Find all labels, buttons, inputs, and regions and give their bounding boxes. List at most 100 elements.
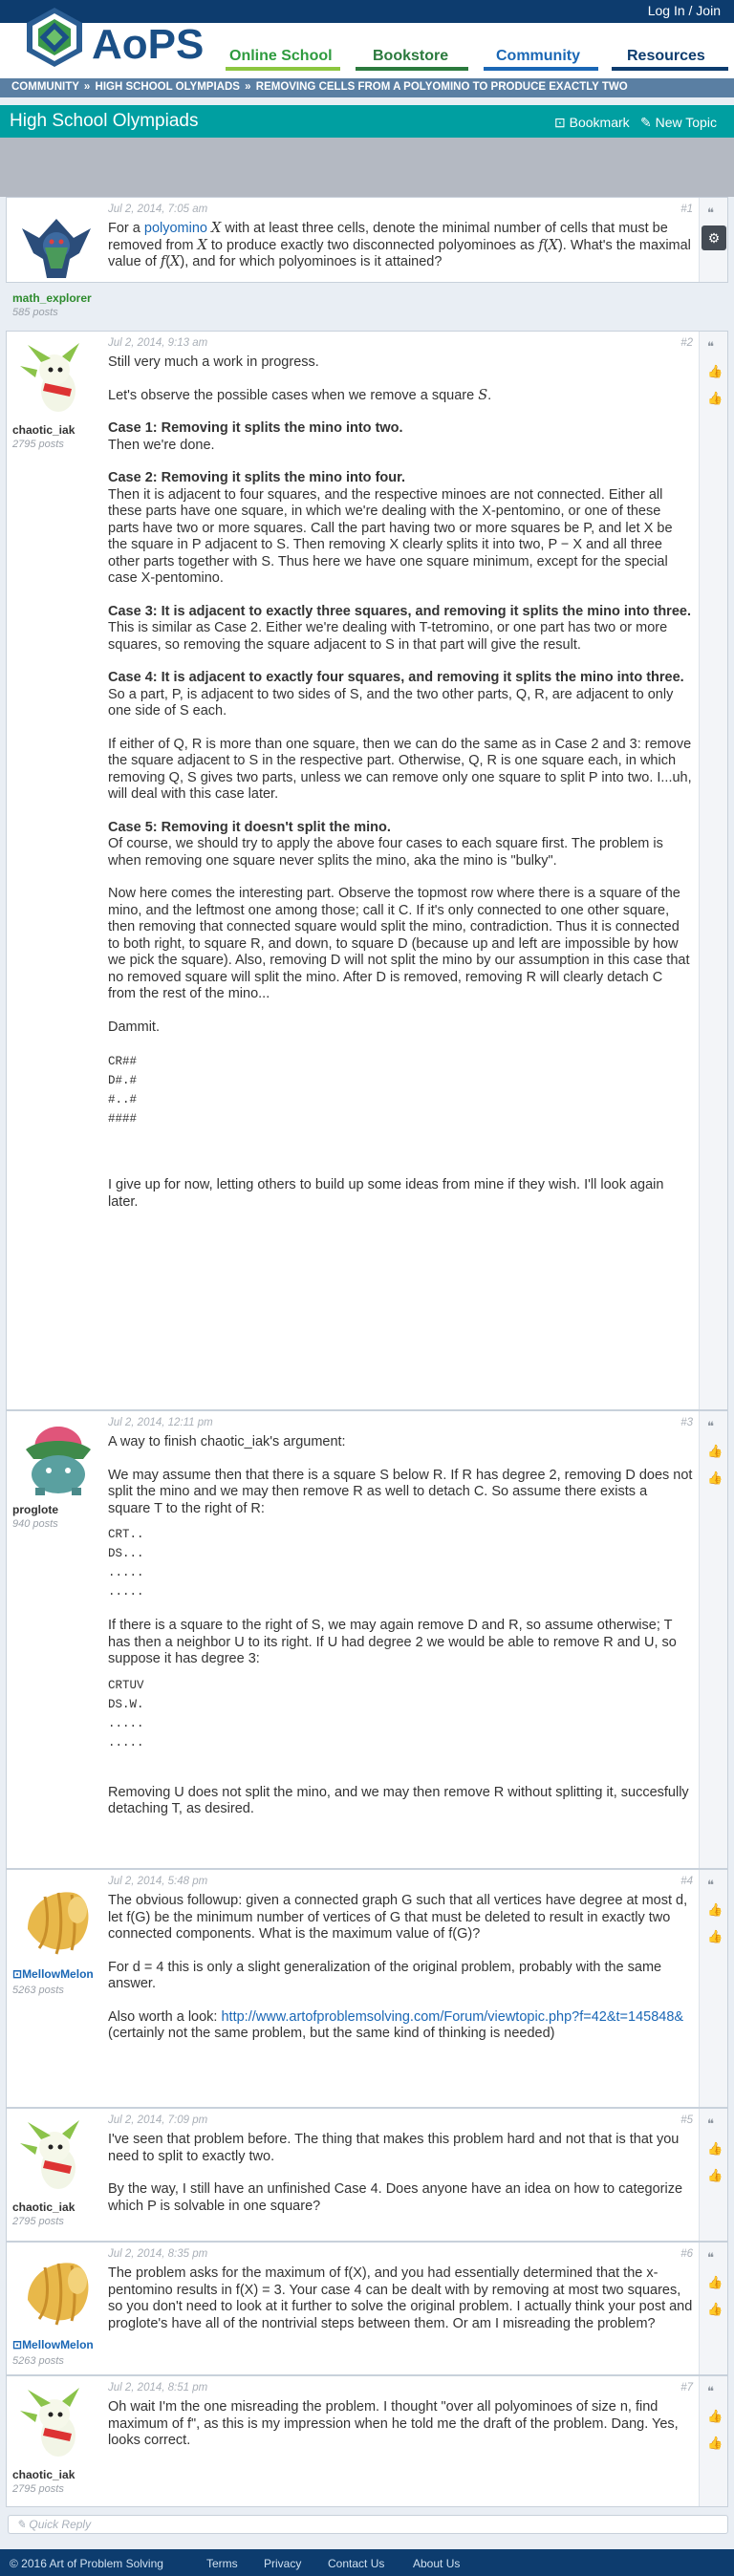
post-number[interactable]: #4 (680, 1876, 693, 1887)
case-heading: Case 4: It is adjacent to exactly four s… (108, 670, 684, 685)
code-block: CR## D#.# #..# #### (108, 1055, 138, 1126)
post-date[interactable]: Jul 2, 2014, 8:35 pm (108, 2248, 207, 2260)
quick-reply-input[interactable]: ✎ Quick Reply (8, 2515, 728, 2534)
moderator-icon: ⊡ (12, 2338, 23, 2351)
post-text: Of course, we should try to apply the ab… (108, 836, 663, 869)
nav-online-school[interactable]: Online School (229, 48, 333, 65)
thumbs-up-icon[interactable]: 👍 (707, 364, 723, 379)
nav-underline-bookstore (356, 67, 468, 71)
post-author[interactable]: chaotic_iak (12, 423, 75, 437)
post-5: chaotic_iak 2795 posts Jul 2, 2014, 7:09… (6, 2108, 728, 2242)
post-author-name: MellowMelon (22, 2338, 94, 2351)
post-body: For a polyomino X with at least three ce… (108, 221, 691, 269)
thumbs-up-icon[interactable]: 👍 (707, 1902, 723, 1918)
post-text: Also worth a look: (108, 2008, 218, 2025)
post-author[interactable]: proglote (12, 1503, 58, 1516)
logo-text[interactable]: AoPS (92, 21, 204, 69)
edit-icon: ✎ (640, 115, 652, 130)
thumbs-up-icon[interactable]: 👍 (707, 1470, 723, 1486)
post-date[interactable]: Jul 2, 2014, 5:48 pm (108, 1876, 207, 1887)
post-text: Now here comes the interesting part. Obs… (108, 886, 690, 1001)
bookmark-button[interactable]: ⊡ Bookmark (554, 115, 630, 131)
quote-icon[interactable]: ❝ (707, 205, 714, 221)
footer-link-contact[interactable]: Contact Us (328, 2557, 384, 2570)
breadcrumb-community[interactable]: COMMUNITY (11, 81, 79, 93)
quote-icon[interactable]: ❝ (707, 1878, 714, 1893)
nav-underline-resources (612, 67, 728, 71)
post-actions: ❝ 👍 👍 (699, 332, 727, 1409)
post-date[interactable]: Jul 2, 2014, 8:51 pm (108, 2382, 207, 2394)
post-count: 2795 posts (12, 2483, 64, 2495)
breadcrumb-forum[interactable]: HIGH SCHOOL OLYMPIADS (96, 81, 240, 93)
forum-link[interactable]: http://www.artofproblemsolving.com/Forum… (221, 2009, 683, 2025)
footer-link-about[interactable]: About Us (413, 2557, 460, 2570)
code-block: CRT.. DS... ..... ..... (108, 1528, 144, 1599)
post-text: By the way, I still have an unfinished C… (108, 2181, 683, 2214)
post-date[interactable]: Jul 2, 2014, 7:05 am (108, 204, 207, 215)
nav-community[interactable]: Community (496, 48, 580, 65)
avatar[interactable] (16, 2386, 100, 2464)
post-author[interactable]: ⊡MellowMelon (12, 2338, 94, 2351)
footer-link-privacy[interactable]: Privacy (264, 2557, 301, 2570)
aops-logo-icon[interactable] (23, 6, 86, 69)
thumbs-up-icon[interactable]: 👍 (707, 2302, 723, 2317)
nav-bookstore[interactable]: Bookstore (373, 48, 448, 65)
thumbs-up-icon[interactable]: 👍 (707, 2141, 723, 2157)
post-text: Dammit. (108, 1019, 160, 1035)
polyomino-link[interactable]: polyomino (144, 221, 207, 236)
quote-icon[interactable]: ❝ (707, 339, 714, 354)
post-actions: ❝ 👍 👍 (699, 2376, 727, 2506)
post-count: 2795 posts (12, 439, 64, 450)
footer: © 2016 Art of Problem Solving Terms Priv… (0, 2549, 734, 2576)
post-number[interactable]: #1 (680, 204, 693, 215)
post-number[interactable]: #5 (680, 2114, 693, 2126)
settings-button[interactable]: ⚙ (702, 225, 726, 250)
thumbs-up-icon[interactable]: 👍 (707, 2409, 723, 2424)
post-date[interactable]: Jul 2, 2014, 12:11 pm (108, 1417, 213, 1428)
post-text: The problem asks for the maximum of f(X)… (108, 2265, 693, 2331)
avatar[interactable] (16, 1421, 100, 1499)
top-bar: Log In / Join (0, 0, 734, 23)
avatar[interactable] (16, 2118, 100, 2197)
post-number[interactable]: #6 (680, 2248, 693, 2260)
post-author[interactable]: chaotic_iak (12, 2468, 75, 2481)
quote-icon[interactable]: ❝ (707, 2250, 714, 2265)
post-author[interactable]: chaotic_iak (12, 2200, 75, 2214)
footer-link-terms[interactable]: Terms (206, 2557, 238, 2570)
ad-band (0, 138, 734, 197)
nav-resources[interactable]: Resources (627, 48, 705, 65)
quote-icon[interactable]: ❝ (707, 2384, 714, 2399)
post-number[interactable]: #3 (680, 1417, 693, 1428)
login-link[interactable]: Log In / Join (648, 3, 721, 18)
thumbs-up-icon[interactable]: 👍 (707, 2436, 723, 2451)
new-topic-button[interactable]: ✎ New Topic (640, 115, 717, 131)
post-author[interactable]: math_explorer (12, 291, 92, 305)
breadcrumb-topic[interactable]: REMOVING CELLS FROM A POLYOMINO TO PRODU… (256, 81, 628, 93)
post-text: Then it is adjacent to four squares, and… (108, 486, 673, 587)
post-body: The obvious followup: given a connected … (108, 1893, 693, 2043)
post-text: , and for which polyominoes is it attain… (184, 254, 443, 269)
avatar[interactable] (16, 209, 97, 290)
post-number[interactable]: #7 (680, 2382, 693, 2394)
forum-title[interactable]: High School Olympiads (10, 111, 198, 132)
post-author[interactable]: ⊡MellowMelon (12, 1967, 94, 1981)
post-body: The problem asks for the maximum of f(X)… (108, 2265, 693, 2332)
thumbs-up-icon[interactable]: 👍 (707, 2275, 723, 2290)
post-text: to produce exactly two disconnected poly… (210, 237, 535, 253)
avatar[interactable] (16, 1881, 100, 1960)
post-text: A way to finish chaotic_iak's argument: (108, 1434, 346, 1449)
thumbs-up-icon[interactable]: 👍 (707, 2168, 723, 2183)
post-number[interactable]: #2 (680, 337, 693, 349)
thumbs-up-icon[interactable]: 👍 (707, 391, 723, 406)
forum-title-bar: High School Olympiads ⊡ Bookmark ✎ New T… (0, 105, 734, 138)
post-text: Oh wait I'm the one misreading the probl… (108, 2399, 679, 2448)
avatar[interactable] (16, 2252, 100, 2330)
post-date[interactable]: Jul 2, 2014, 7:09 pm (108, 2114, 207, 2126)
quote-icon[interactable]: ❝ (707, 1419, 714, 1434)
quote-icon[interactable]: ❝ (707, 2116, 714, 2132)
thumbs-up-icon[interactable]: 👍 (707, 1929, 723, 1944)
copyright: © 2016 Art of Problem Solving (10, 2557, 163, 2570)
thumbs-up-icon[interactable]: 👍 (707, 1444, 723, 1459)
post-date[interactable]: Jul 2, 2014, 9:13 am (108, 337, 207, 349)
avatar[interactable] (16, 341, 100, 419)
